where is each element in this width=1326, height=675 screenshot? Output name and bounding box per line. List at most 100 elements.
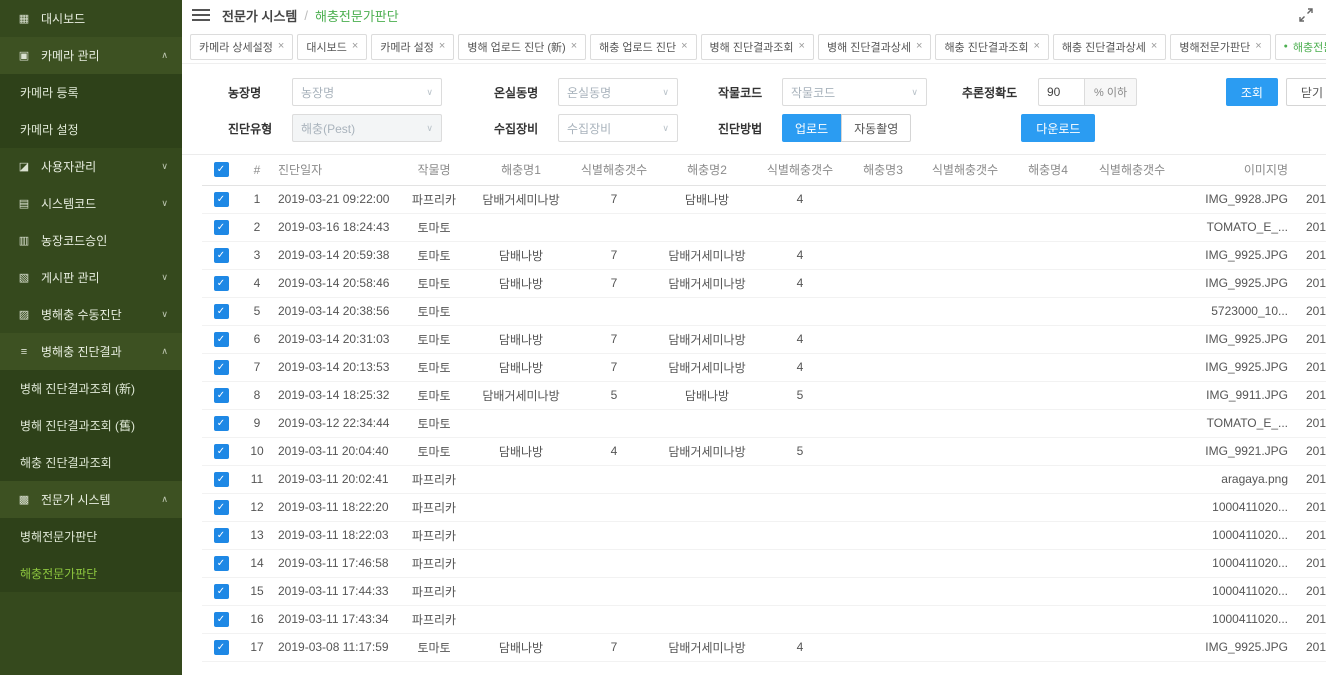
close-button[interactable]: 닫기 bbox=[1286, 78, 1326, 106]
row-checkbox[interactable]: ✓ bbox=[214, 444, 229, 459]
sidebar-item[interactable]: ▥ 농장코드승인 bbox=[0, 222, 182, 259]
table-row[interactable]: ✓ 1 2019-03-21 09:22:00 파프리카 담배거세미나방 7 담… bbox=[202, 185, 1326, 213]
sidebar-subitem[interactable]: 병해 진단결과조회 (舊) bbox=[0, 407, 182, 444]
method-upload-button[interactable]: 업로드 bbox=[782, 114, 841, 142]
column-header[interactable]: # bbox=[240, 155, 274, 185]
row-checkbox[interactable]: ✓ bbox=[214, 276, 229, 291]
column-header[interactable]: 식별해충갯수 bbox=[1090, 155, 1174, 185]
column-header[interactable]: 식별해충갯수 bbox=[572, 155, 656, 185]
tab-close-icon[interactable]: × bbox=[571, 41, 577, 52]
tab-close-icon[interactable]: × bbox=[439, 41, 445, 52]
row-checkbox[interactable]: ✓ bbox=[214, 220, 229, 235]
tab[interactable]: 해충 업로드 진단 × bbox=[590, 34, 696, 60]
tab[interactable]: 병해 업로드 진단 (新) × bbox=[458, 34, 586, 60]
tab[interactable]: 병해 진단결과상세 × bbox=[818, 34, 931, 60]
column-header[interactable]: 해충명1 bbox=[470, 155, 572, 185]
sidebar-subitem[interactable]: 해충전문가판단 bbox=[0, 555, 182, 592]
tab[interactable]: 카메라 상세설정 × bbox=[190, 34, 293, 60]
tab-close-icon[interactable]: × bbox=[352, 41, 358, 52]
tab-close-icon[interactable]: × bbox=[1255, 41, 1261, 52]
table-row[interactable]: ✓ 2 2019-03-16 18:24:43 토마토 TOMATO_E_...… bbox=[202, 213, 1326, 241]
table-row[interactable]: ✓ 6 2019-03-14 20:31:03 토마토 담배나방 7 담배거세미… bbox=[202, 325, 1326, 353]
tab[interactable]: ● 해충전문가판단 × bbox=[1275, 34, 1326, 60]
download-button[interactable]: 다운로드 bbox=[1021, 114, 1095, 142]
device-select[interactable]: 수집장비 ∨ bbox=[558, 114, 678, 142]
column-header[interactable]: 해충명4 bbox=[1006, 155, 1090, 185]
tab[interactable]: 카메라 설정 × bbox=[371, 34, 454, 60]
row-checkbox[interactable]: ✓ bbox=[214, 416, 229, 431]
sidebar-item[interactable]: ≡ 병해충 진단결과 ∧ bbox=[0, 333, 182, 370]
table-row[interactable]: ✓ 13 2019-03-11 18:22:03 파프리카 1000411020… bbox=[202, 521, 1326, 549]
tab-close-icon[interactable]: × bbox=[681, 41, 687, 52]
accuracy-input[interactable] bbox=[1038, 78, 1084, 106]
sidebar-subitem[interactable]: 카메라 설정 bbox=[0, 111, 182, 148]
column-header[interactable]: 작물명 bbox=[398, 155, 470, 185]
sidebar-subitem[interactable]: 병해 진단결과조회 (新) bbox=[0, 370, 182, 407]
table-row[interactable]: ✓ 15 2019-03-11 17:44:33 파프리카 1000411020… bbox=[202, 577, 1326, 605]
hamburger-menu-icon[interactable] bbox=[192, 8, 210, 22]
sidebar-item[interactable]: ▣ 카메라 관리 ∧ bbox=[0, 37, 182, 74]
sidebar-item[interactable]: ▨ 병해충 수동진단 ∨ bbox=[0, 296, 182, 333]
table-row[interactable]: ✓ 17 2019-03-08 11:17:59 토마토 담배나방 7 담배거세… bbox=[202, 633, 1326, 661]
table-row[interactable]: ✓ 10 2019-03-11 20:04:40 토마토 담배나방 4 담배거세… bbox=[202, 437, 1326, 465]
greenhouse-select[interactable]: 온실동명 ∨ bbox=[558, 78, 678, 106]
select-all-checkbox[interactable]: ✓ bbox=[214, 162, 229, 177]
tab[interactable]: 대시보드 × bbox=[297, 34, 367, 60]
row-checkbox[interactable]: ✓ bbox=[214, 332, 229, 347]
table-row[interactable]: ✓ 14 2019-03-11 17:46:58 파프리카 1000411020… bbox=[202, 549, 1326, 577]
row-checkbox[interactable]: ✓ bbox=[214, 612, 229, 627]
sidebar-item[interactable]: ◪ 사용자관리 ∨ bbox=[0, 148, 182, 185]
row-checkbox[interactable]: ✓ bbox=[214, 528, 229, 543]
table-row[interactable]: ✓ 16 2019-03-11 17:43:34 파프리카 1000411020… bbox=[202, 605, 1326, 633]
sidebar-subitem[interactable]: 해충 진단결과조회 bbox=[0, 444, 182, 481]
tab[interactable]: 해충 진단결과조회 × bbox=[935, 34, 1048, 60]
tab[interactable]: 병해 진단결과조회 × bbox=[701, 34, 814, 60]
fullscreen-icon[interactable] bbox=[1298, 7, 1314, 23]
table-row[interactable]: ✓ 12 2019-03-11 18:22:20 파프리카 1000411020… bbox=[202, 493, 1326, 521]
column-header[interactable] bbox=[1292, 155, 1326, 185]
table-row[interactable]: ✓ 11 2019-03-11 20:02:41 파프리카 aragaya.pn… bbox=[202, 465, 1326, 493]
row-checkbox[interactable]: ✓ bbox=[214, 556, 229, 571]
tab[interactable]: 병해전문가판단 × bbox=[1170, 34, 1270, 60]
table-row[interactable]: ✓ 3 2019-03-14 20:59:38 토마토 담배나방 7 담배거세미… bbox=[202, 241, 1326, 269]
farm-name-select[interactable]: 농장명 ∨ bbox=[292, 78, 442, 106]
tab-close-icon[interactable]: × bbox=[799, 41, 805, 52]
row-checkbox[interactable]: ✓ bbox=[214, 192, 229, 207]
sidebar-item[interactable]: ▤ 시스템코드 ∨ bbox=[0, 185, 182, 222]
sidebar-item[interactable]: ▩ 전문가 시스템 ∧ bbox=[0, 481, 182, 518]
table-row[interactable]: ✓ 5 2019-03-14 20:38:56 토마토 5723000_10..… bbox=[202, 297, 1326, 325]
row-checkbox[interactable]: ✓ bbox=[214, 304, 229, 319]
column-header[interactable]: 식별해충갯수 bbox=[758, 155, 842, 185]
table-row[interactable]: ✓ 9 2019-03-12 22:34:44 토마토 TOMATO_E_...… bbox=[202, 409, 1326, 437]
diagnosis-type-select[interactable]: 해충(Pest) ∨ bbox=[292, 114, 442, 142]
column-header[interactable]: 해충명2 bbox=[656, 155, 758, 185]
sidebar-subitem[interactable]: 병해전문가판단 bbox=[0, 518, 182, 555]
row-checkbox[interactable]: ✓ bbox=[214, 388, 229, 403]
crop-code-select[interactable]: 작물코드 ∨ bbox=[782, 78, 927, 106]
row-checkbox[interactable]: ✓ bbox=[214, 360, 229, 375]
column-header[interactable]: 진단일자 bbox=[274, 155, 398, 185]
tab-close-icon[interactable]: × bbox=[1033, 41, 1039, 52]
tab-close-icon[interactable]: × bbox=[278, 41, 284, 52]
column-header[interactable]: 해충명3 bbox=[842, 155, 924, 185]
sidebar-item-label: 게시판 관리 bbox=[41, 269, 100, 286]
method-auto-button[interactable]: 자동촬영 bbox=[841, 114, 911, 142]
row-checkbox[interactable]: ✓ bbox=[214, 248, 229, 263]
table-row[interactable]: ✓ 7 2019-03-14 20:13:53 토마토 담배나방 7 담배거세미… bbox=[202, 353, 1326, 381]
column-header[interactable]: 이미지명 bbox=[1174, 155, 1292, 185]
row-checkbox[interactable]: ✓ bbox=[214, 640, 229, 655]
table-row[interactable]: ✓ 8 2019-03-14 18:25:32 토마토 담배거세미나방 5 담배… bbox=[202, 381, 1326, 409]
tab[interactable]: 해충 진단결과상세 × bbox=[1053, 34, 1166, 60]
row-checkbox[interactable]: ✓ bbox=[214, 500, 229, 515]
column-header[interactable]: 식별해충갯수 bbox=[924, 155, 1006, 185]
sidebar-item[interactable]: ▦ 대시보드 bbox=[0, 0, 182, 37]
tab-close-icon[interactable]: × bbox=[916, 41, 922, 52]
row-checkbox[interactable]: ✓ bbox=[214, 472, 229, 487]
sidebar-item[interactable]: ▧ 게시판 관리 ∨ bbox=[0, 259, 182, 296]
tab-close-icon[interactable]: × bbox=[1151, 41, 1157, 52]
search-button[interactable]: 조회 bbox=[1226, 78, 1278, 106]
row-checkbox[interactable]: ✓ bbox=[214, 584, 229, 599]
table-row[interactable]: ✓ 4 2019-03-14 20:58:46 토마토 담배나방 7 담배거세미… bbox=[202, 269, 1326, 297]
breadcrumb-root[interactable]: 전문가 시스템 bbox=[222, 6, 297, 25]
sidebar-subitem[interactable]: 카메라 등록 bbox=[0, 74, 182, 111]
